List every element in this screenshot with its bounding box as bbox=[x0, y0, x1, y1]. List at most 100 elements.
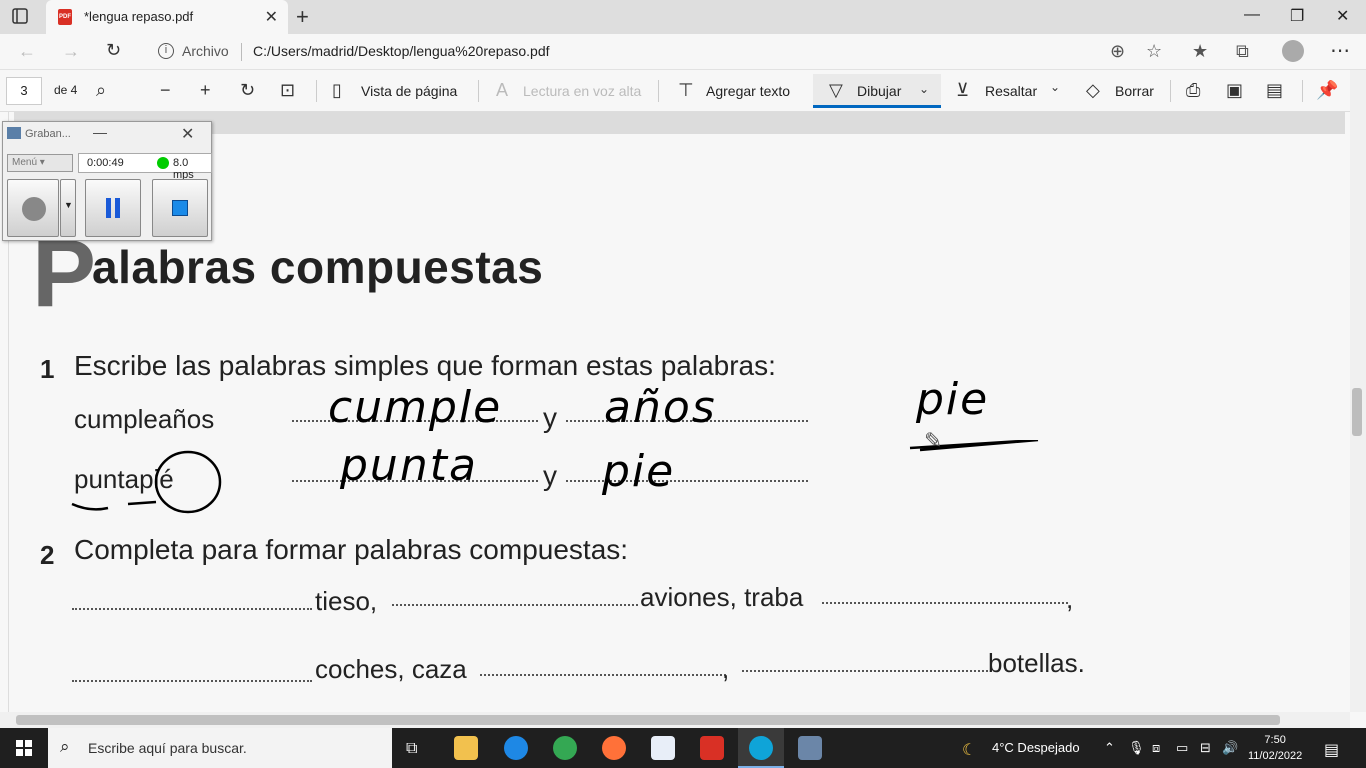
close-tab-icon[interactable]: ✕ bbox=[265, 7, 278, 27]
recorder-app-icon[interactable] bbox=[798, 736, 822, 760]
firefox-icon[interactable] bbox=[602, 736, 626, 760]
divider bbox=[241, 43, 242, 61]
word-label: coches, caza bbox=[315, 654, 467, 684]
chevron-down-icon[interactable]: ⌄ bbox=[1050, 80, 1060, 94]
weather-text[interactable]: 4°C Despejado bbox=[992, 740, 1080, 755]
pin-icon[interactable]: 📌 bbox=[1316, 80, 1338, 101]
print-icon[interactable]: ⎙ bbox=[1186, 80, 1200, 101]
info-icon[interactable]: i bbox=[158, 43, 174, 59]
power-icon[interactable]: ▭ bbox=[1176, 740, 1188, 756]
recorder-menu[interactable]: Menú ▾ bbox=[7, 154, 73, 172]
minimize-icon[interactable]: — bbox=[93, 124, 107, 140]
tab-actions-icon[interactable] bbox=[12, 8, 36, 26]
browser-tab[interactable]: PDF *lengua repaso.pdf ✕ bbox=[46, 0, 288, 34]
chevron-down-icon[interactable]: ⌄ bbox=[919, 82, 929, 96]
notifications-icon[interactable]: ▤ bbox=[1324, 740, 1339, 760]
title-bar: PDF *lengua repaso.pdf ✕ + — ❐ ✕ bbox=[0, 0, 1366, 34]
answer-line bbox=[742, 668, 988, 672]
fit-page-icon[interactable]: ⊡ bbox=[280, 80, 295, 101]
record-button[interactable] bbox=[7, 179, 59, 237]
divider bbox=[478, 80, 479, 102]
page-view-button[interactable]: Vista de página bbox=[361, 83, 457, 99]
network-icon[interactable]: ⊟ bbox=[1200, 740, 1211, 756]
add-favorite-icon[interactable]: ☆ bbox=[1146, 41, 1162, 62]
word-label: tieso, bbox=[315, 586, 378, 616]
favorites-icon[interactable]: ★ bbox=[1192, 41, 1208, 62]
page-view-icon[interactable]: ▯ bbox=[332, 80, 342, 101]
recorder-window[interactable]: Graban... — ✕ Menú ▾ 0:00:49 8.0 mps ▼ bbox=[2, 121, 212, 241]
save-icon[interactable]: ▣ bbox=[1226, 80, 1243, 101]
chevron-up-icon[interactable]: ⌃ bbox=[1104, 740, 1115, 756]
divider bbox=[316, 80, 317, 102]
add-text-icon[interactable]: ⊤ bbox=[678, 80, 694, 101]
zoom-in-icon[interactable]: + bbox=[200, 80, 211, 101]
rotate-icon[interactable]: ↻ bbox=[240, 80, 255, 101]
page-total: de 4 bbox=[54, 83, 78, 97]
clock-date: 11/02/2022 bbox=[1248, 750, 1303, 762]
clock[interactable]: 7:50 11/02/2022 bbox=[1248, 732, 1302, 764]
file-explorer-icon[interactable] bbox=[454, 736, 478, 760]
zoom-out-icon[interactable]: − bbox=[160, 80, 171, 101]
edge-icon bbox=[749, 736, 773, 760]
erase-button[interactable]: Borrar bbox=[1115, 83, 1154, 99]
taskbar-search[interactable]: ⌕ Escribe aquí para buscar. bbox=[48, 728, 392, 768]
highlight-button[interactable]: Resaltar bbox=[985, 83, 1037, 99]
forward-icon[interactable]: → bbox=[62, 41, 80, 62]
collections-icon[interactable]: ⧉ bbox=[1236, 41, 1249, 62]
more-icon[interactable]: ⋯ bbox=[1330, 38, 1350, 63]
volume-icon[interactable]: 🔊 bbox=[1222, 740, 1238, 756]
page-number-input[interactable]: 3 bbox=[6, 77, 42, 105]
zoom-icon[interactable]: ⊕ bbox=[1110, 41, 1125, 62]
moon-icon: ☾ bbox=[962, 742, 977, 759]
address-bar: ← → ↻ i Archivo C:/Users/madrid/Desktop/… bbox=[0, 34, 1366, 70]
read-aloud-button: Lectura en voz alta bbox=[523, 83, 642, 99]
search-icon[interactable]: ⌕ bbox=[96, 80, 106, 101]
refresh-icon[interactable]: ↻ bbox=[106, 40, 121, 61]
pen-cursor-icon: ✎ bbox=[924, 428, 943, 453]
recorder-title: Graban... bbox=[25, 128, 71, 140]
chrome-icon[interactable] bbox=[553, 736, 577, 760]
task-view-icon[interactable]: ⧉ bbox=[406, 740, 417, 758]
horizontal-scroll-thumb[interactable] bbox=[16, 715, 1280, 725]
record-icon bbox=[22, 197, 46, 221]
answer-line bbox=[72, 678, 312, 682]
question-number: 2 bbox=[40, 540, 55, 570]
minimize-icon[interactable]: — bbox=[1244, 6, 1260, 24]
divider bbox=[1302, 80, 1303, 102]
highlight-icon[interactable]: ⊻ bbox=[956, 80, 969, 101]
back-icon[interactable]: ← bbox=[18, 41, 36, 62]
divider bbox=[1170, 80, 1171, 102]
answer-line bbox=[822, 600, 1068, 604]
eraser-icon[interactable]: ◇ bbox=[1086, 80, 1100, 101]
acrobat-icon[interactable] bbox=[700, 736, 724, 760]
restore-icon[interactable]: ❐ bbox=[1290, 6, 1304, 26]
camera-icon[interactable]: ⧈ bbox=[1152, 740, 1160, 756]
ink-strokes bbox=[71, 440, 1039, 514]
menu-label: Menú bbox=[12, 157, 38, 168]
answer-line bbox=[72, 606, 312, 610]
page-separator bbox=[14, 112, 1345, 134]
avatar[interactable] bbox=[1282, 40, 1304, 62]
save-as-icon[interactable]: ▤ bbox=[1266, 80, 1283, 101]
close-icon[interactable]: ✕ bbox=[181, 124, 194, 144]
microphone-icon[interactable]: 🎙 bbox=[1128, 740, 1145, 756]
close-window-icon[interactable]: ✕ bbox=[1336, 6, 1349, 26]
add-text-button[interactable]: Agregar texto bbox=[706, 83, 790, 99]
record-options-button[interactable]: ▼ bbox=[60, 179, 76, 237]
stop-button[interactable] bbox=[152, 179, 208, 237]
pdf-toolbar: 3 de 4 ⌕ − + ↻ ⊡ ▯ Vista de página A Lec… bbox=[0, 70, 1366, 112]
draw-button[interactable]: ▽ Dibujar ⌄ bbox=[813, 74, 941, 108]
pause-button[interactable] bbox=[85, 179, 141, 237]
vertical-scroll-thumb[interactable] bbox=[1352, 388, 1362, 436]
document-icon[interactable] bbox=[651, 736, 675, 760]
question-text: Completa para formar palabras compuestas… bbox=[74, 534, 629, 565]
chevron-down-icon: ▼ bbox=[64, 200, 73, 210]
url-field[interactable]: C:/Users/madrid/Desktop/lengua%20repaso.… bbox=[253, 43, 550, 59]
new-tab-icon[interactable]: + bbox=[296, 4, 309, 30]
windows-start-icon[interactable] bbox=[16, 740, 32, 756]
status-indicator bbox=[157, 157, 169, 169]
edge-taskbar-item[interactable] bbox=[738, 728, 784, 768]
internet-explorer-icon[interactable] bbox=[504, 736, 528, 760]
recorder-status: 0:00:49 8.0 mps bbox=[78, 153, 212, 181]
archivo-label: Archivo bbox=[182, 43, 229, 59]
